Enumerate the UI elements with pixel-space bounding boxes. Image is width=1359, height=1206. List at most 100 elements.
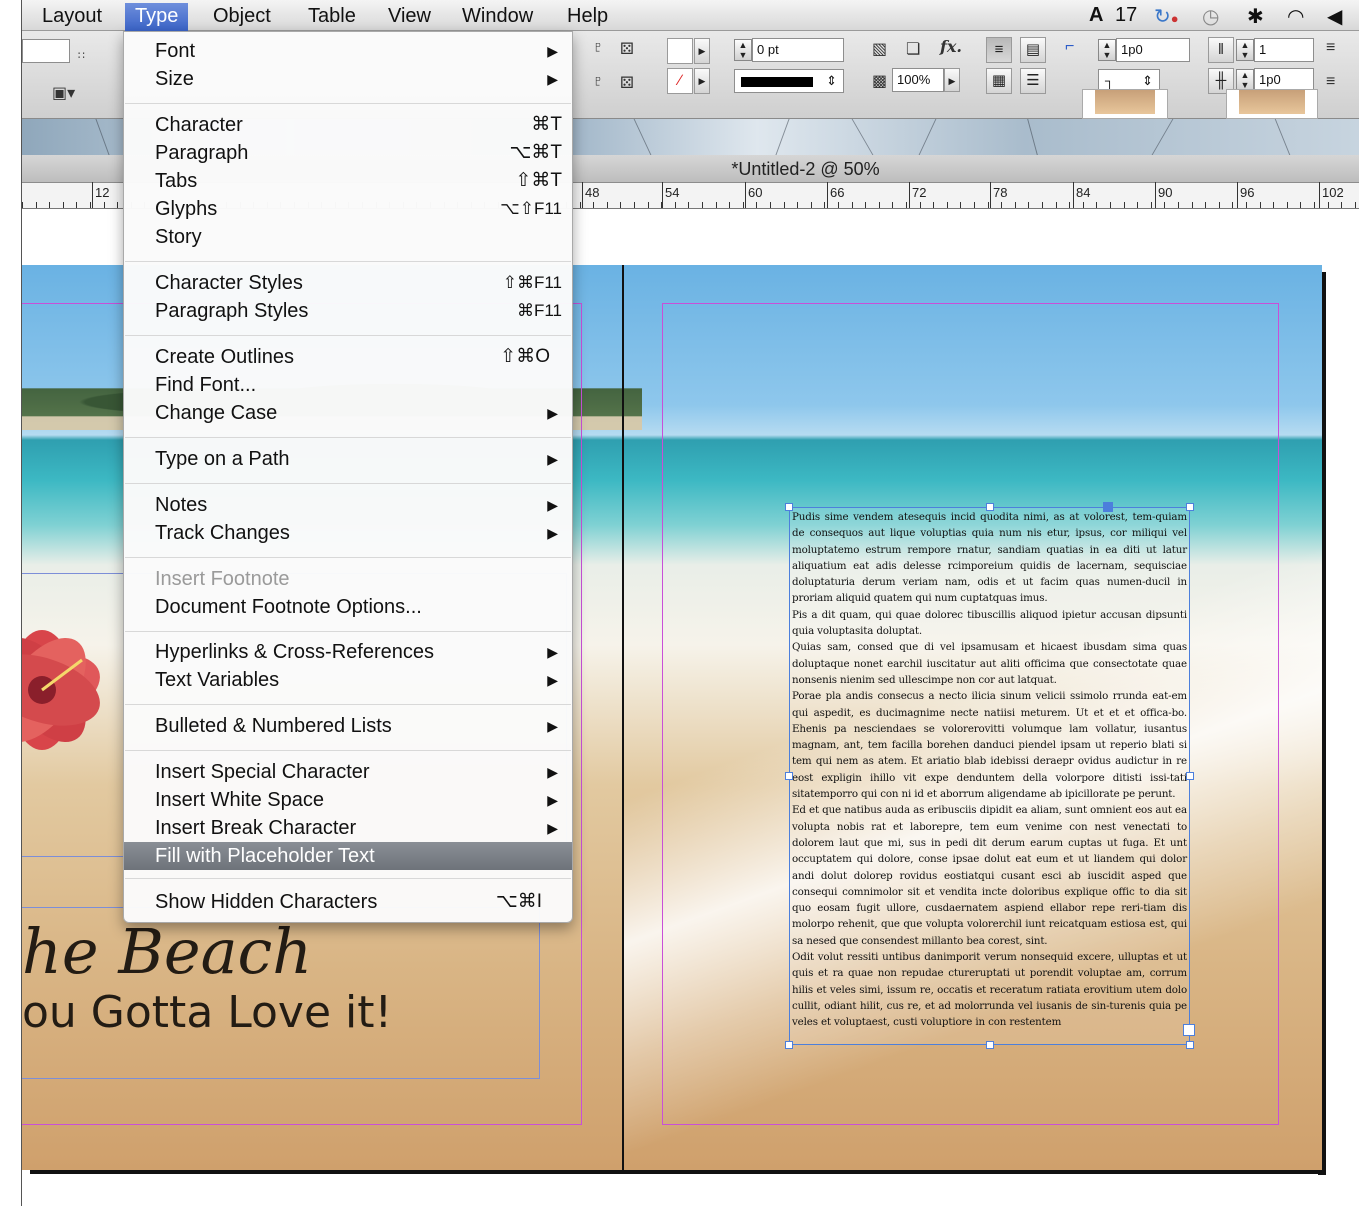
opacity-icon[interactable]: ▩ xyxy=(872,71,887,91)
menu-table[interactable]: Table xyxy=(298,3,366,31)
gutter-stepper-1[interactable]: ▲ ▼ xyxy=(1098,39,1116,61)
sync-error-icon[interactable]: ↻● xyxy=(1154,4,1179,29)
menu-item-glyphs[interactable]: Glyphs ⌥⇧F11 xyxy=(124,195,572,223)
text-wrap-bbox-button[interactable]: ▤ xyxy=(1020,37,1046,63)
adobe-icon[interactable]: A xyxy=(1089,4,1103,27)
text-wrap-none-button[interactable]: ≡ xyxy=(986,37,1012,63)
menu-item-paragraph[interactable]: Paragraph ⌥⌘T xyxy=(124,139,572,167)
frame-fitting-icon[interactable]: ▣▾ xyxy=(52,83,75,103)
menu-item-size[interactable]: Size ▶ xyxy=(124,65,572,93)
frame-handle-br[interactable] xyxy=(1186,1041,1194,1049)
page-thumbnail-1[interactable] xyxy=(1082,89,1168,119)
menu-item-change-case[interactable]: Change Case ▶ xyxy=(124,399,572,427)
align-left-icon[interactable]: ≡ xyxy=(1326,39,1335,57)
distribute-icon[interactable]: ⚄ xyxy=(620,39,634,59)
ruler-tick xyxy=(103,202,105,208)
fill-menu-arrow[interactable]: ▶ xyxy=(694,38,710,64)
menu-item-notes[interactable]: Notes ▶ xyxy=(124,491,572,519)
menu-type[interactable]: Type xyxy=(125,3,189,31)
reference-point-icon[interactable]: ∷ xyxy=(78,49,85,62)
frame-handle-bl[interactable] xyxy=(785,1041,793,1049)
menu-window[interactable]: Window xyxy=(452,3,543,31)
menu-item-bulleted-lists[interactable]: Bulleted & Numbered Lists ▶ xyxy=(124,712,572,740)
frame-handle-bc[interactable] xyxy=(986,1041,994,1049)
frame-handle-tr[interactable] xyxy=(1186,503,1194,511)
auto-fit-icon[interactable]: ⌐ xyxy=(1065,38,1074,56)
menu-help[interactable]: Help xyxy=(557,3,618,31)
frame-out-port[interactable] xyxy=(1183,1024,1195,1036)
gutter-stepper-2[interactable]: ▲ ▼ xyxy=(1236,69,1254,91)
ruler-tick xyxy=(1286,202,1288,208)
ruler-tick xyxy=(838,202,839,208)
menu-item-text-variables[interactable]: Text Variables ▶ xyxy=(124,666,572,694)
menu-item-font[interactable]: Font ▶ xyxy=(124,37,572,65)
frame-handle-tl[interactable] xyxy=(785,503,793,511)
ruler-major-tick xyxy=(582,182,583,208)
menu-item-character[interactable]: Character ⌘T xyxy=(124,111,572,139)
x-field[interactable] xyxy=(22,39,70,63)
text-wrap-jump-button[interactable]: ☰ xyxy=(1020,68,1046,94)
menu-item-insert-special-character[interactable]: Insert Special Character ▶ xyxy=(124,758,572,786)
align-icon[interactable]: ♇ xyxy=(592,39,604,57)
align-justify-icon[interactable]: ≡ xyxy=(1326,73,1335,91)
window-left-edge xyxy=(0,0,22,1206)
menu-layout[interactable]: Layout xyxy=(32,3,112,31)
page-subtitle[interactable]: ou Gotta Love it! xyxy=(22,987,392,1038)
menu-item-tabs[interactable]: Tabs ⇧⌘T xyxy=(124,167,572,195)
menu-object[interactable]: Object xyxy=(203,3,281,31)
page-title[interactable]: he Beach xyxy=(22,915,312,988)
columns-field[interactable]: 1 xyxy=(1254,38,1314,62)
submenu-arrow-icon: ▶ xyxy=(547,525,558,541)
ruler-tick xyxy=(878,202,880,208)
columns-stepper[interactable]: ▲ ▼ xyxy=(1236,39,1254,61)
menu-item-track-changes[interactable]: Track Changes ▶ xyxy=(124,519,572,547)
menu-item-show-hidden-characters[interactable]: Show Hidden Characters ⌥⌘I xyxy=(124,888,572,916)
columns-icon[interactable]: ‖ xyxy=(1208,37,1234,63)
menu-view[interactable]: View xyxy=(378,3,441,31)
submenu-arrow-icon: ▶ xyxy=(547,43,558,59)
menu-item-insert-white-space[interactable]: Insert White Space ▶ xyxy=(124,786,572,814)
menu-item-document-footnote-options[interactable]: Document Footnote Options... xyxy=(124,593,572,621)
time-machine-icon[interactable]: ◷ xyxy=(1202,4,1219,29)
opacity-field[interactable]: 100% xyxy=(892,68,944,92)
stroke-weight-stepper[interactable]: ▲ ▼ xyxy=(734,39,752,61)
menu-item-paragraph-styles[interactable]: Paragraph Styles ⌘F11 xyxy=(124,297,572,325)
stroke-menu-arrow[interactable]: ▶ xyxy=(694,68,710,94)
align-icon-2[interactable]: ♇ xyxy=(592,73,604,91)
wifi-icon[interactable]: ◠ xyxy=(1287,4,1304,29)
fill-swatch[interactable] xyxy=(667,38,693,64)
bluetooth-icon[interactable]: ✱ xyxy=(1247,4,1264,29)
stroke-swatch[interactable]: ∕ xyxy=(667,68,693,94)
menu-item-create-outlines[interactable]: Create Outlines ⇧⌘O xyxy=(124,343,572,371)
menu-item-fill-placeholder-text[interactable]: Fill with Placeholder Text xyxy=(124,842,572,870)
frame-in-port[interactable] xyxy=(1103,502,1113,512)
ruler-tick xyxy=(946,202,948,208)
menu-item-label: Character xyxy=(155,114,243,136)
stroke-type-select[interactable]: ⇕ xyxy=(734,69,844,93)
volume-icon[interactable]: ◀ xyxy=(1327,4,1342,29)
opacity-menu-arrow[interactable]: ▶ xyxy=(944,68,960,92)
text-wrap-shape-button[interactable]: ▦ xyxy=(986,68,1012,94)
gutter-field-1[interactable]: 1p0 xyxy=(1116,38,1190,62)
placeholder-text-frame[interactable]: Pudis sime vendem atesequis incid quodit… xyxy=(785,502,1195,1049)
ruler-major-tick xyxy=(662,182,663,208)
ruler-major-tick xyxy=(1073,182,1074,208)
menu-item-insert-break-character[interactable]: Insert Break Character ▶ xyxy=(124,814,572,842)
page-thumbnail-2[interactable] xyxy=(1226,89,1318,119)
shadow-box-icon[interactable]: ❏ xyxy=(906,39,920,59)
menu-item-hyperlinks[interactable]: Hyperlinks & Cross-References ▶ xyxy=(124,638,572,666)
menu-item-find-font[interactable]: Find Font... xyxy=(124,371,572,399)
menu-item-label: Story xyxy=(155,226,202,248)
adobe-update-count[interactable]: 17 xyxy=(1115,4,1137,27)
menu-item-type-on-path[interactable]: Type on a Path ▶ xyxy=(124,445,572,473)
menu-item-character-styles[interactable]: Character Styles ⇧⌘F11 xyxy=(124,269,572,297)
distribute-icon-2[interactable]: ⚄ xyxy=(620,73,634,93)
effects-fx-icon[interactable]: fx. xyxy=(940,37,962,56)
menu-item-shortcut: ⇧⌘O xyxy=(500,346,550,367)
stroke-weight-field[interactable]: 0 pt xyxy=(752,38,844,62)
frame-handle-ml[interactable] xyxy=(785,772,793,780)
menu-item-story[interactable]: Story xyxy=(124,223,572,251)
drop-shadow-icon[interactable]: ▧ xyxy=(872,39,887,59)
frame-handle-tc[interactable] xyxy=(986,503,994,511)
frame-handle-mr[interactable] xyxy=(1186,772,1194,780)
